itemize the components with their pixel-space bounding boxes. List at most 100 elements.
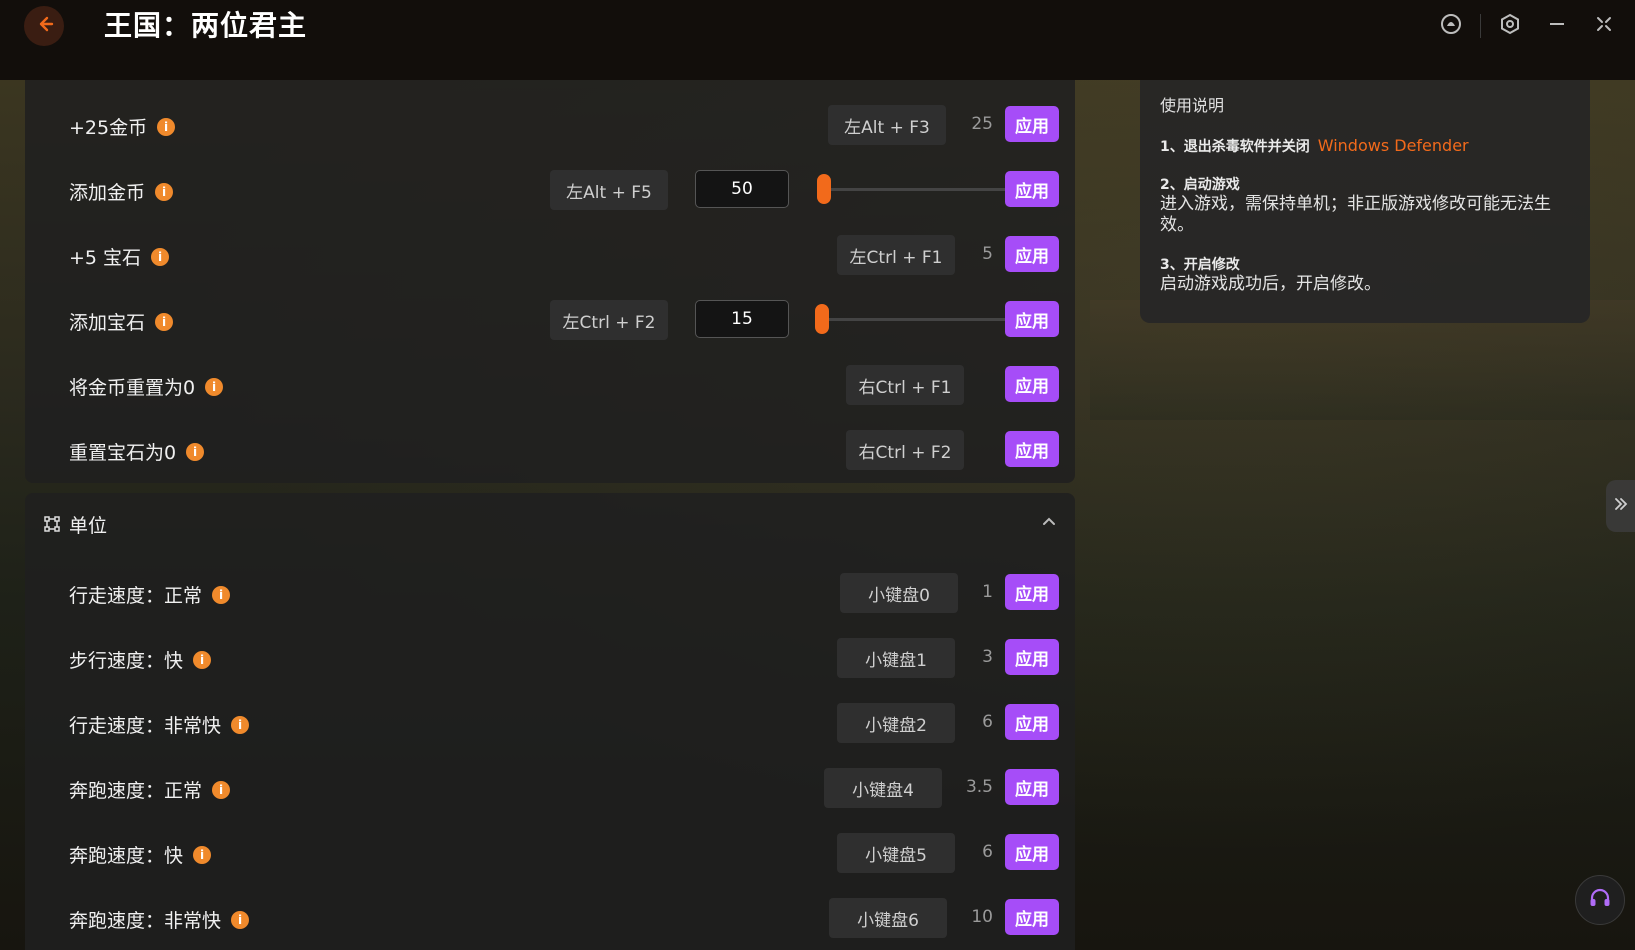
apply-button[interactable]: 应用: [1005, 899, 1059, 935]
slider-thumb[interactable]: [816, 174, 831, 204]
info-icon[interactable]: i: [231, 715, 250, 734]
section-title: 单位: [69, 515, 108, 537]
hotkey-button[interactable]: 右Ctrl + F1: [846, 365, 964, 405]
option-row: +5 宝石 i 左Ctrl + F1 5 应用: [25, 233, 1075, 277]
expand-sidebar-button[interactable]: [1606, 480, 1635, 532]
option-label: 行走速度：非常快: [69, 715, 222, 737]
hotkey-button[interactable]: 左Ctrl + F2: [550, 300, 668, 340]
option-value: 6: [982, 842, 993, 862]
support-button[interactable]: [1575, 875, 1625, 925]
info-icon[interactable]: i: [151, 247, 170, 266]
step-highlight: Windows Defender: [1317, 136, 1469, 155]
option-row: 添加宝石 i 左Ctrl + F2 15 应用: [25, 298, 1075, 342]
hotkey-button[interactable]: 左Alt + F5: [550, 170, 668, 210]
slider-thumb[interactable]: [814, 304, 829, 334]
info-icon[interactable]: i: [231, 910, 250, 929]
info-icon[interactable]: i: [193, 650, 212, 669]
titlebar-divider: [1480, 14, 1481, 38]
option-label: 添加金币: [69, 182, 146, 204]
info-icon[interactable]: i: [193, 845, 212, 864]
notification-button[interactable]: [1439, 14, 1463, 38]
arrow-left-icon: [33, 13, 55, 39]
resources-panel: +25金币 i 左Alt + F3 25 应用 添加金币 i 左Alt + F5 5…: [25, 80, 1075, 483]
apply-button[interactable]: 应用: [1005, 171, 1059, 207]
option-row: 奔跑速度：快 i 小键盘5 6 应用: [25, 831, 1075, 875]
apply-button[interactable]: 应用: [1005, 574, 1059, 610]
option-label: 重置宝石为0: [69, 442, 177, 464]
headset-icon: [1587, 885, 1613, 915]
apply-button[interactable]: 应用: [1005, 301, 1059, 337]
apply-button[interactable]: 应用: [1005, 431, 1059, 467]
option-label: 奔跑速度：非常快: [69, 910, 222, 932]
info-icon[interactable]: i: [155, 312, 174, 331]
hotkey-button[interactable]: 左Ctrl + F1: [837, 235, 955, 275]
instruction-step: 3、开启修改 启动游戏成功后，开启修改。: [1160, 254, 1570, 295]
units-section-header[interactable]: 单位: [25, 493, 1075, 555]
step-heading: 1、退出杀毒软件并关闭: [1160, 139, 1310, 155]
option-label: 奔跑速度：快: [69, 845, 184, 867]
option-row: +25金币 i 左Alt + F3 25 应用: [25, 103, 1075, 147]
hotkey-button[interactable]: 小键盘2: [837, 703, 955, 743]
apply-button[interactable]: 应用: [1005, 366, 1059, 402]
back-button[interactable]: [24, 6, 64, 46]
amount-input[interactable]: 15: [695, 300, 789, 338]
amount-slider[interactable]: [816, 174, 1016, 204]
amount-input[interactable]: 50: [695, 170, 789, 208]
option-label: +25金币: [69, 117, 148, 139]
option-label: +5 宝石: [69, 247, 142, 269]
option-row: 重置宝石为0 i 右Ctrl + F2 应用: [25, 428, 1075, 472]
hotkey-button[interactable]: 小键盘0: [840, 573, 958, 613]
title-bar: 王国：两位君主: [0, 0, 1635, 80]
page-title: 王国：两位君主: [104, 9, 308, 42]
option-label: 添加宝石: [69, 312, 146, 334]
step-heading: 2、启动游戏: [1160, 177, 1240, 193]
option-row: 奔跑速度：非常快 i 小键盘6 10 应用: [25, 896, 1075, 940]
option-label: 步行速度：快: [69, 650, 184, 672]
info-icon[interactable]: i: [186, 442, 205, 461]
apply-button[interactable]: 应用: [1005, 639, 1059, 675]
option-row: 行走速度：正常 i 小键盘0 1 应用: [25, 571, 1075, 615]
instruction-step: 1、退出杀毒软件并关闭 Windows Defender: [1160, 136, 1570, 156]
minimize-button[interactable]: [1545, 14, 1569, 38]
option-value: 5: [982, 244, 993, 264]
apply-button[interactable]: 应用: [1005, 704, 1059, 740]
nodes-icon: [43, 515, 61, 533]
info-icon[interactable]: i: [205, 377, 224, 396]
hotkey-button[interactable]: 小键盘6: [829, 898, 947, 938]
option-value: 25: [971, 114, 993, 134]
option-label: 奔跑速度：正常: [69, 780, 203, 802]
apply-button[interactable]: 应用: [1005, 769, 1059, 805]
minimize-icon: [1548, 15, 1566, 37]
settings-button[interactable]: [1498, 13, 1522, 39]
hotkey-button[interactable]: 小键盘1: [837, 638, 955, 678]
info-icon[interactable]: i: [212, 585, 231, 604]
close-icon: [1595, 15, 1613, 37]
instructions-title: 使用说明: [1160, 96, 1225, 115]
amount-slider[interactable]: [814, 304, 1016, 334]
option-row: 添加金币 i 左Alt + F5 50 应用: [25, 168, 1075, 212]
double-chevron-right-icon: [1613, 496, 1629, 516]
step-text: 进入游戏，需保持单机；非正版游戏修改可能无法生效。: [1160, 194, 1551, 235]
hotkey-button[interactable]: 小键盘4: [824, 768, 942, 808]
step-heading: 3、开启修改: [1160, 257, 1240, 273]
apply-button[interactable]: 应用: [1005, 834, 1059, 870]
step-text: 启动游戏成功后，开启修改。: [1160, 274, 1381, 294]
option-label: 将金币重置为0: [69, 377, 196, 399]
option-row: 步行速度：快 i 小键盘1 3 应用: [25, 636, 1075, 680]
gear-icon: [1499, 13, 1521, 39]
option-value: 6: [982, 712, 993, 732]
chevron-up-icon[interactable]: [1041, 513, 1057, 529]
option-value: 3: [982, 647, 993, 667]
hotkey-button[interactable]: 小键盘5: [837, 833, 955, 873]
hotkey-button[interactable]: 左Alt + F3: [828, 105, 946, 145]
info-icon[interactable]: i: [157, 117, 176, 136]
info-icon[interactable]: i: [155, 182, 174, 201]
apply-button[interactable]: 应用: [1005, 106, 1059, 142]
apply-button[interactable]: 应用: [1005, 236, 1059, 272]
option-row: 奔跑速度：正常 i 小键盘4 3.5 应用: [25, 766, 1075, 810]
close-button[interactable]: [1592, 14, 1616, 38]
option-label: 行走速度：正常: [69, 585, 203, 607]
units-panel: 单位 行走速度：正常 i 小键盘0 1 应用 步行速度：快 i 小键盘1 3 应用 …: [25, 493, 1075, 950]
hotkey-button[interactable]: 右Ctrl + F2: [846, 430, 964, 470]
info-icon[interactable]: i: [212, 780, 231, 799]
